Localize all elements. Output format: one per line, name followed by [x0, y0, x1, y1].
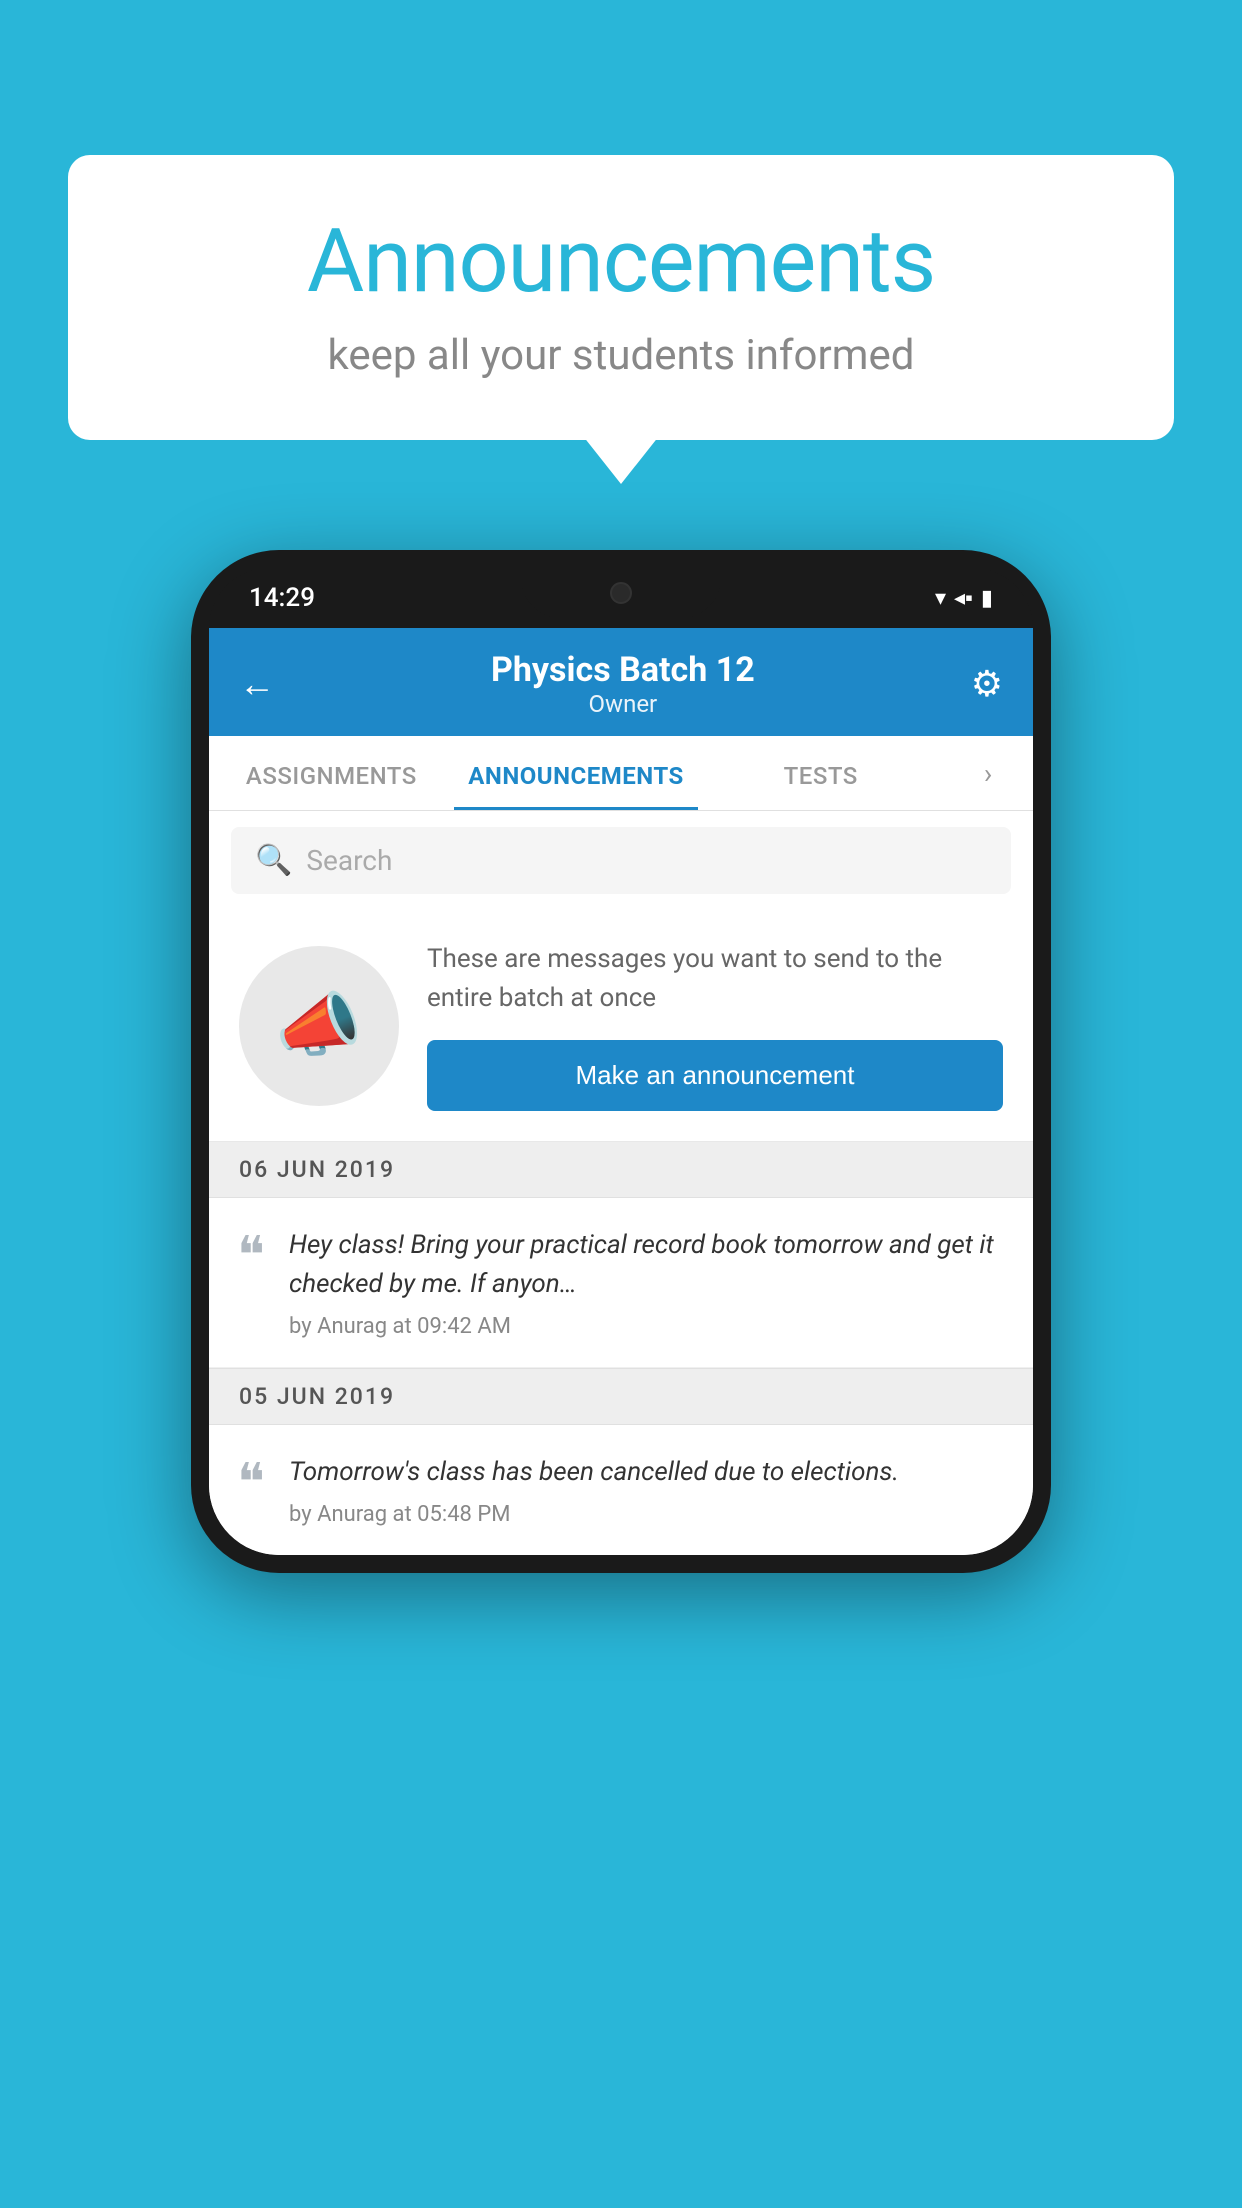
app-header: ← Physics Batch 12 Owner ⚙	[209, 628, 1033, 736]
status-time: 14:29	[249, 583, 315, 613]
megaphone-icon: 📣	[275, 985, 362, 1067]
announcement-content-1: Hey class! Bring your practical record b…	[289, 1226, 1005, 1339]
speech-bubble-section: Announcements keep all your students inf…	[68, 155, 1174, 440]
tab-more[interactable]: ›	[943, 736, 1033, 810]
search-bar[interactable]: 🔍 Search	[231, 827, 1011, 894]
tab-announcements[interactable]: ANNOUNCEMENTS	[454, 736, 699, 810]
status-bar: 14:29 ▾ ◂▪ ▮	[209, 568, 1033, 628]
megaphone-circle: 📣	[239, 946, 399, 1106]
header-subtitle: Owner	[491, 690, 755, 718]
promo-right: These are messages you want to send to t…	[427, 940, 1003, 1111]
announcement-message-1: Hey class! Bring your practical record b…	[289, 1226, 1005, 1304]
announcement-item-1: ❝ Hey class! Bring your practical record…	[209, 1198, 1033, 1368]
phone-notch	[521, 568, 721, 618]
signal-icon: ◂▪	[954, 585, 973, 611]
tab-assignments[interactable]: ASSIGNMENTS	[209, 736, 454, 810]
header-title: Physics Batch 12	[491, 650, 755, 690]
settings-button[interactable]: ⚙	[971, 663, 1003, 705]
announcement-message-2: Tomorrow's class has been cancelled due …	[289, 1453, 1005, 1492]
announcement-meta-2: by Anurag at 05:48 PM	[289, 1502, 1005, 1527]
announcements-subtitle: keep all your students informed	[128, 331, 1114, 380]
search-container: 🔍 Search	[209, 811, 1033, 910]
phone-mockup: 14:29 ▾ ◂▪ ▮ ← Physics Batch 12 Owner ⚙	[191, 550, 1051, 1573]
date-header-2: 05 JUN 2019	[209, 1368, 1033, 1425]
camera	[610, 582, 632, 604]
announcement-item-2: ❝ Tomorrow's class has been cancelled du…	[209, 1425, 1033, 1555]
speech-bubble: Announcements keep all your students inf…	[68, 155, 1174, 440]
tab-tests[interactable]: TESTS	[698, 736, 943, 810]
battery-icon: ▮	[981, 586, 993, 611]
phone-screen: ← Physics Batch 12 Owner ⚙ ASSIGNMENTS A…	[209, 628, 1033, 1555]
promo-description: These are messages you want to send to t…	[427, 940, 1003, 1018]
wifi-icon: ▾	[935, 586, 946, 611]
announcement-meta-1: by Anurag at 09:42 AM	[289, 1314, 1005, 1339]
status-icons: ▾ ◂▪ ▮	[935, 585, 993, 611]
announcements-title: Announcements	[128, 210, 1114, 313]
quote-icon-1: ❝	[237, 1230, 265, 1282]
search-input[interactable]: Search	[306, 844, 392, 877]
make-announcement-button[interactable]: Make an announcement	[427, 1040, 1003, 1111]
date-header-1: 06 JUN 2019	[209, 1142, 1033, 1198]
search-icon: 🔍	[255, 843, 292, 878]
tabs-bar: ASSIGNMENTS ANNOUNCEMENTS TESTS ›	[209, 736, 1033, 811]
phone-outer: 14:29 ▾ ◂▪ ▮ ← Physics Batch 12 Owner ⚙	[191, 550, 1051, 1573]
quote-icon-2: ❝	[237, 1457, 265, 1509]
announcement-promo: 📣 These are messages you want to send to…	[209, 910, 1033, 1142]
header-center: Physics Batch 12 Owner	[491, 650, 755, 718]
back-button[interactable]: ←	[239, 663, 275, 705]
announcement-content-2: Tomorrow's class has been cancelled due …	[289, 1453, 1005, 1527]
